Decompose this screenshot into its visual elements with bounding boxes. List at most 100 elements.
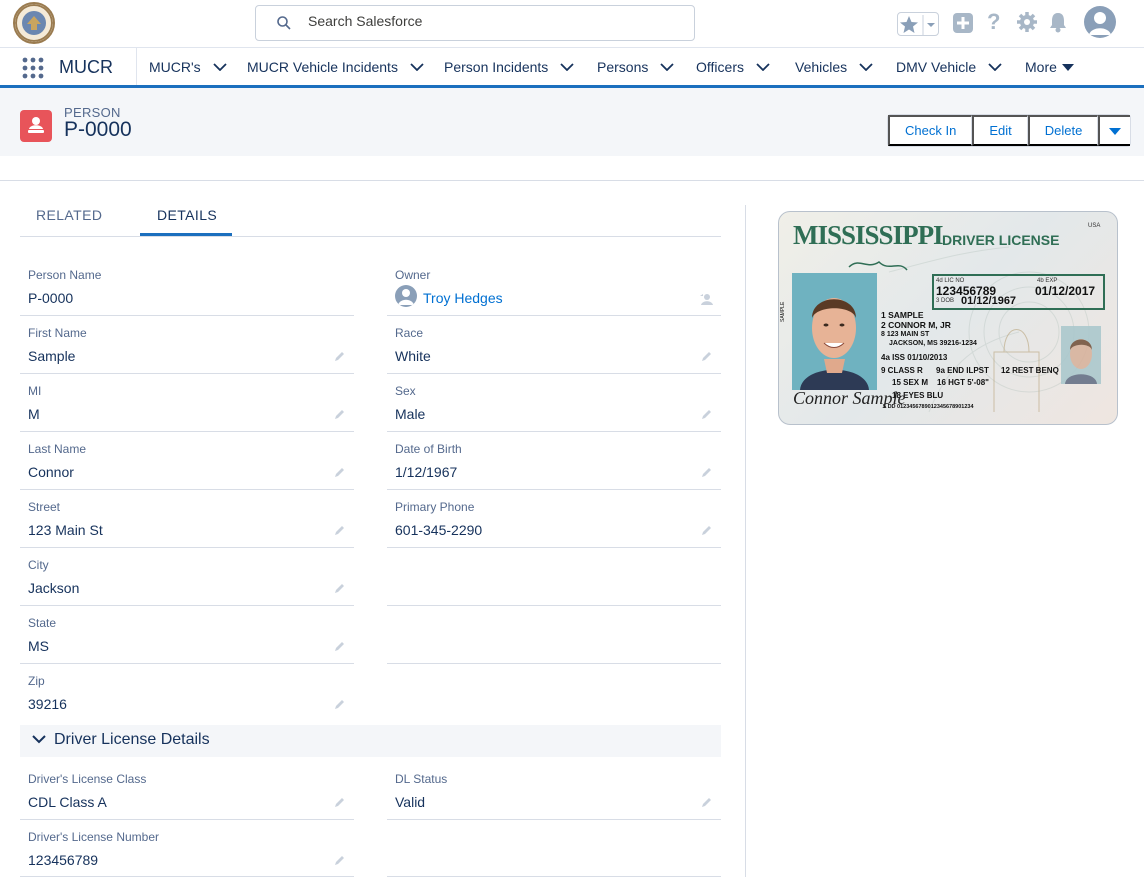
edit-pencil-icon[interactable]	[334, 408, 346, 420]
field-dl-number: Driver's License Number 123456789	[20, 820, 354, 877]
edit-pencil-icon[interactable]	[701, 524, 713, 536]
edit-pencil-icon[interactable]	[334, 796, 346, 808]
nav-item-vehicles[interactable]: Vehicles	[795, 48, 873, 85]
nav-item-mucr-vehicle-incidents[interactable]: MUCR Vehicle Incidents	[247, 48, 424, 85]
record-actions: Check In Edit Delete	[887, 114, 1132, 147]
edit-pencil-icon[interactable]	[334, 854, 346, 866]
edit-pencil-icon[interactable]	[701, 796, 713, 808]
field-state: State MS	[20, 606, 354, 664]
field-zip: Zip 39216	[20, 664, 354, 720]
record-name: P-0000	[64, 118, 132, 141]
nav-item-person-incidents[interactable]: Person Incidents	[444, 48, 574, 85]
license-dob-label: 3 DOB	[936, 298, 955, 304]
help-icon[interactable]: ?	[985, 10, 1003, 34]
nav-item-more[interactable]: More	[1025, 48, 1074, 85]
search-input[interactable]	[308, 13, 668, 29]
edit-pencil-icon[interactable]	[334, 466, 346, 478]
chevron-down-icon[interactable]	[410, 62, 424, 71]
field-race: Race White	[387, 316, 721, 374]
delete-button[interactable]: Delete	[1027, 115, 1099, 146]
nav-item-label: DMV Vehicle	[896, 58, 977, 75]
nav-item-persons[interactable]: Persons	[597, 48, 674, 85]
nav-item-label: MUCR Vehicle Incidents	[247, 58, 398, 75]
field-city: City Jackson	[20, 548, 354, 606]
edit-pencil-icon[interactable]	[701, 350, 713, 362]
field-label: Sex	[395, 384, 416, 398]
nav-item-officers[interactable]: Officers	[696, 48, 770, 85]
edit-pencil-icon[interactable]	[334, 524, 346, 536]
field-label: Primary Phone	[395, 500, 475, 514]
user-avatar[interactable]	[1084, 6, 1116, 38]
more-actions-button[interactable]	[1098, 115, 1131, 146]
license-restrictions: 12 REST BENQ	[1001, 366, 1059, 375]
nav-item-label: Persons	[597, 58, 649, 75]
license-class: 9 CLASS R	[881, 366, 923, 375]
search-icon	[277, 16, 291, 30]
caret-down-icon	[1109, 127, 1122, 135]
field-mi: MI M	[20, 374, 354, 432]
app-name: MUCR	[59, 57, 113, 77]
chevron-down-icon[interactable]	[660, 62, 674, 71]
tab-details[interactable]: DETAILS	[157, 207, 217, 223]
license-expiration: 01/12/2017	[1035, 284, 1096, 298]
notifications-bell-icon[interactable]	[1048, 11, 1068, 33]
star-icon	[900, 15, 935, 35]
license-line3: 8 123 MAIN ST	[881, 331, 930, 338]
field-dl-status: DL Status Valid	[387, 762, 721, 820]
edit-pencil-icon[interactable]	[334, 350, 346, 362]
field-value: Sample	[28, 348, 76, 364]
field-value: 601-345-2290	[395, 522, 483, 538]
field-label: Street	[28, 500, 61, 514]
chevron-down-icon[interactable]	[988, 62, 1002, 71]
field-street: Street 123 Main St	[20, 490, 354, 548]
edit-pencil-icon[interactable]	[701, 466, 713, 478]
field-empty	[387, 548, 721, 606]
edit-pencil-icon[interactable]	[334, 640, 346, 652]
section-driver-license-details[interactable]: Driver License Details	[20, 725, 721, 757]
license-dob: 01/12/1967	[961, 295, 1017, 307]
chevron-down-icon[interactable]	[756, 62, 770, 71]
chevron-down-icon[interactable]	[560, 62, 574, 71]
edit-pencil-icon[interactable]	[334, 698, 346, 710]
chevron-down-icon[interactable]	[32, 735, 46, 744]
field-empty	[387, 820, 721, 877]
tab-related[interactable]: RELATED	[36, 207, 102, 223]
gear-icon[interactable]	[1016, 11, 1038, 33]
nav-item-label: Officers	[696, 58, 744, 75]
field-sex: Sex Male	[387, 374, 721, 432]
add-icon[interactable]	[952, 12, 974, 34]
field-label: City	[28, 558, 49, 572]
edit-pencil-icon[interactable]	[334, 582, 346, 594]
section-title: Driver License Details	[54, 731, 210, 748]
app-launcher-icon[interactable]	[22, 57, 44, 79]
license-title: DRIVER LICENSE	[942, 232, 1060, 248]
field-value: 123 Main St	[28, 522, 103, 538]
change-owner-icon[interactable]	[699, 292, 713, 306]
edit-pencil-icon[interactable]	[701, 408, 713, 420]
check-in-button[interactable]: Check In	[888, 115, 973, 146]
nav-item-label: Person Incidents	[444, 58, 549, 75]
license-ghost-photo	[1061, 326, 1101, 384]
field-label: Race	[395, 326, 424, 340]
state-seal-logo[interactable]	[13, 2, 55, 44]
field-person-name: Person Name P-0000	[20, 258, 354, 316]
license-issue: 4a ISS 01/10/2013	[881, 353, 948, 362]
chevron-down-icon[interactable]	[859, 62, 873, 71]
svg-text:?: ?	[987, 10, 1000, 34]
license-endorsements: 9a END ILPST	[936, 366, 989, 375]
nav-item-mucrs[interactable]: MUCR's	[149, 48, 227, 85]
field-underline	[387, 663, 721, 664]
edit-button[interactable]: Edit	[972, 115, 1028, 146]
tab-divider	[20, 236, 721, 237]
owner-link[interactable]: Troy Hedges	[423, 290, 503, 306]
field-value: Valid	[395, 794, 426, 810]
global-search[interactable]	[255, 5, 695, 41]
license-line2: 2 CONNOR M, JR	[881, 320, 951, 330]
favorites-button[interactable]	[897, 12, 939, 36]
license-country: USA	[1088, 223, 1101, 229]
field-value: CDL Class A	[28, 794, 107, 810]
license-signature: Connor Sample	[793, 388, 906, 408]
field-value: 123456789	[28, 852, 99, 868]
chevron-down-icon[interactable]	[213, 62, 227, 71]
nav-item-dmv-vehicle[interactable]: DMV Vehicle	[896, 48, 1002, 85]
